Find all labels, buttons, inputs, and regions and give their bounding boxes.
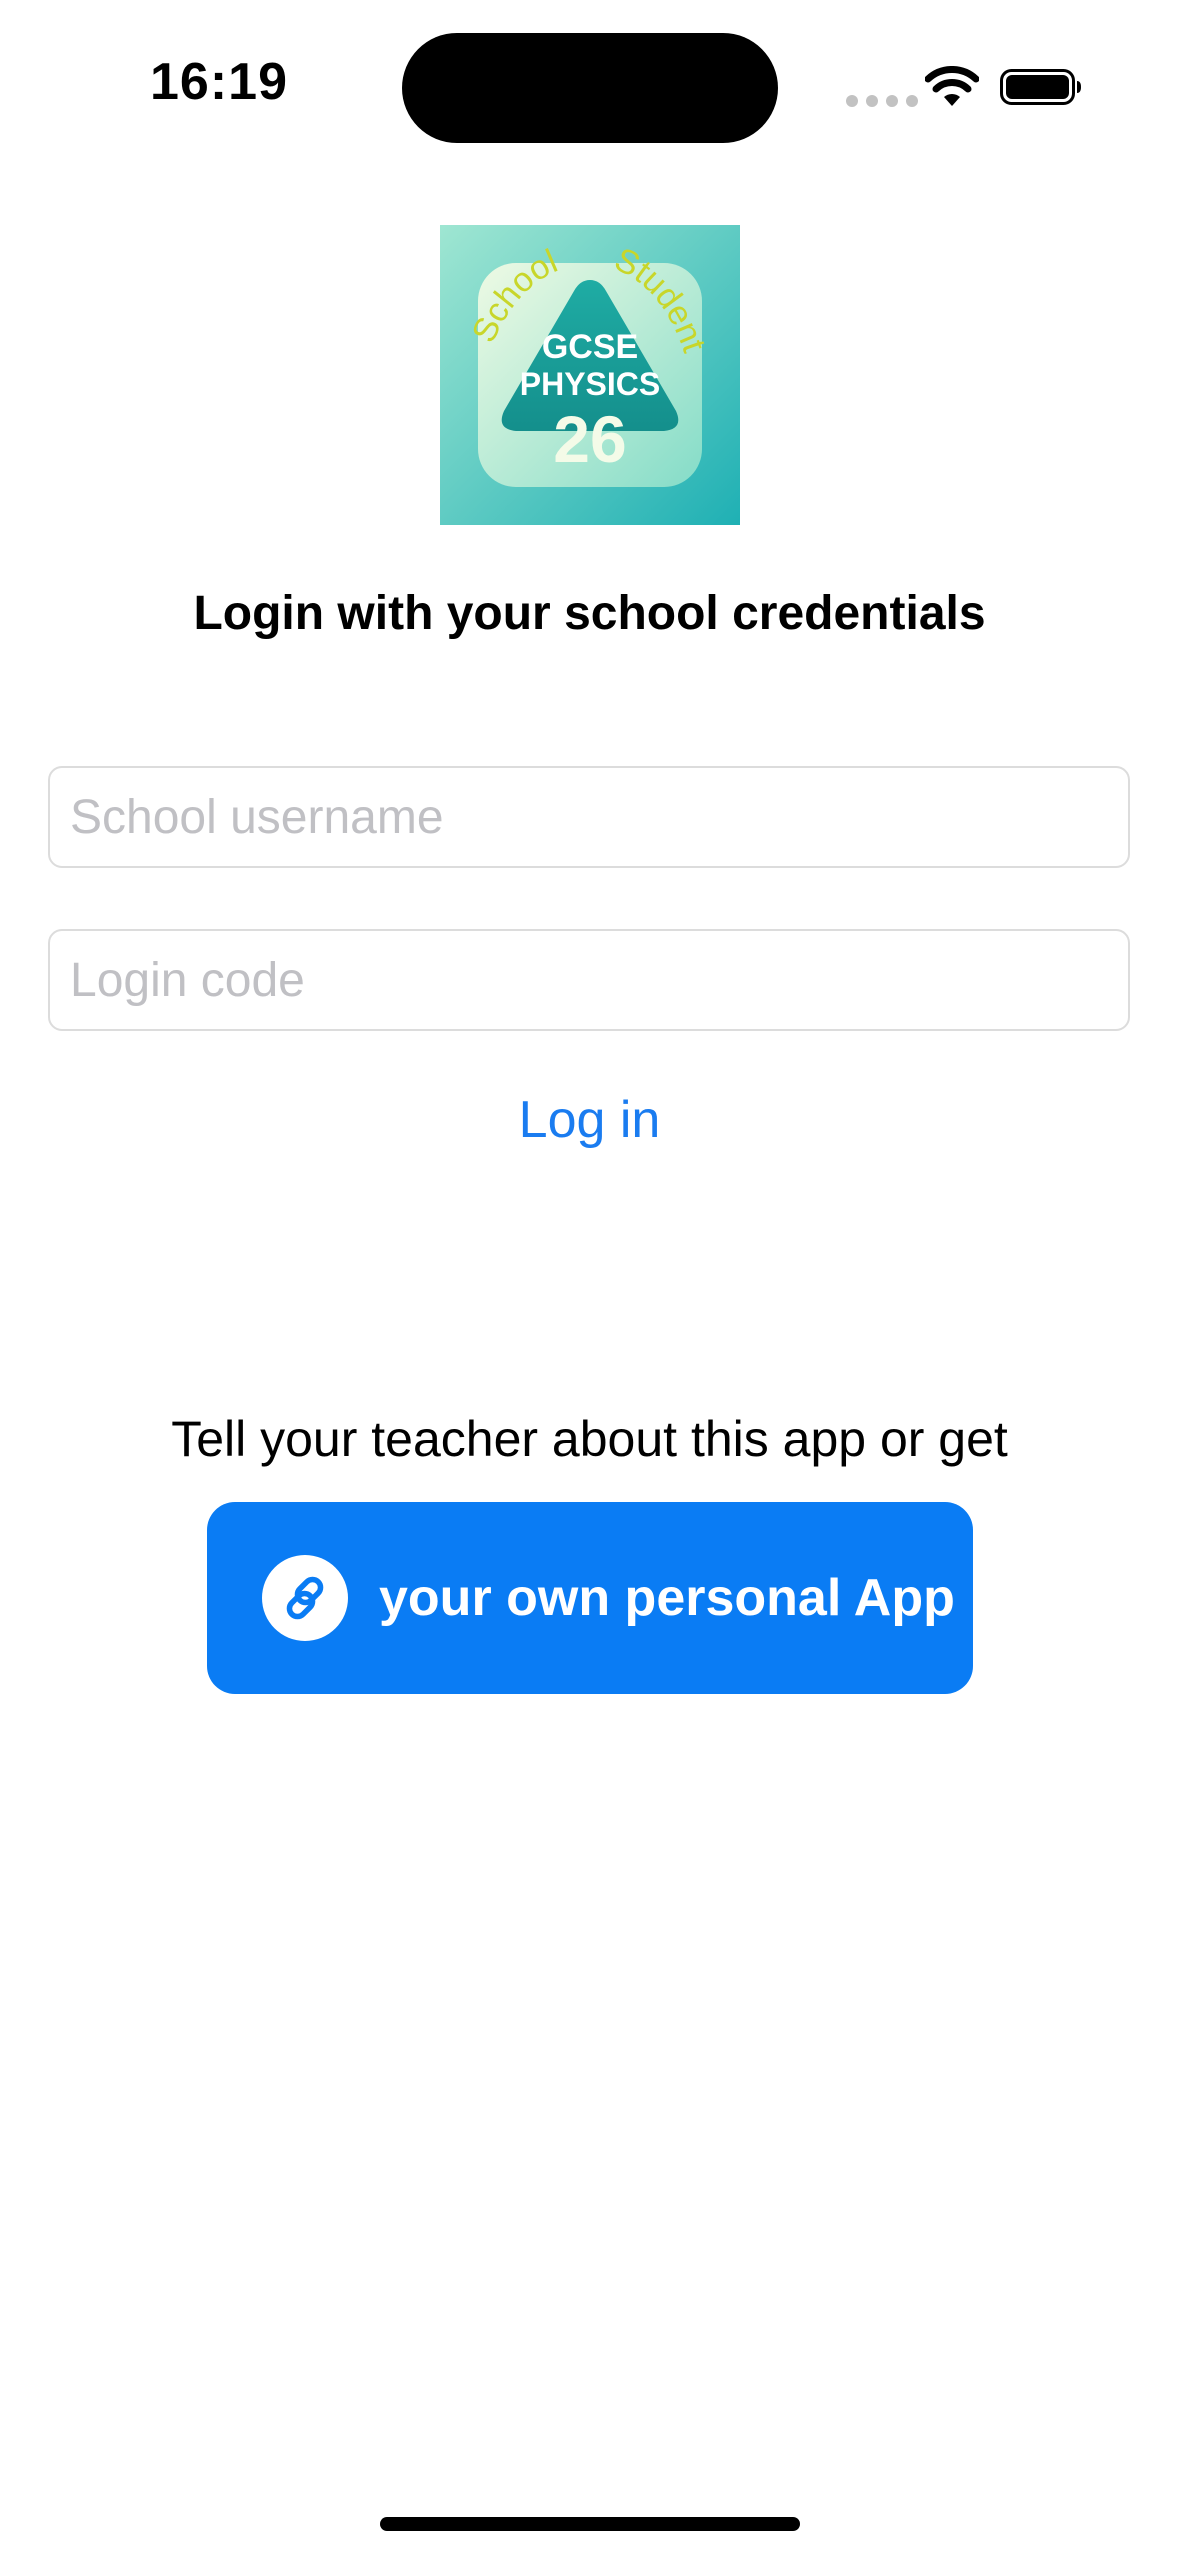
login-code-input[interactable] [48, 929, 1130, 1031]
wifi-icon [925, 66, 979, 106]
personal-app-button[interactable]: your own personal App [207, 1502, 973, 1694]
dynamic-island [402, 33, 778, 143]
status-time: 16:19 [150, 53, 288, 111]
logo-number-text: 26 [553, 402, 626, 476]
cellular-signal-icon [846, 95, 918, 107]
teacher-info-text: Tell your teacher about this app or get [171, 1411, 1008, 1467]
link-icon [262, 1555, 348, 1641]
logo-physics-text: PHYSICS [520, 366, 660, 402]
logo-gcse-text: GCSE [542, 328, 638, 366]
battery-icon [1000, 69, 1081, 105]
login-title: Login with your school credentials [193, 587, 986, 640]
school-username-input[interactable] [48, 766, 1130, 868]
home-indicator[interactable] [380, 2517, 800, 2531]
app-logo: School Student GCSE PHYSICS 26 [440, 225, 740, 525]
log-in-button[interactable]: Log in [0, 1090, 1179, 1150]
personal-app-button-label: your own personal App [379, 1569, 955, 1627]
